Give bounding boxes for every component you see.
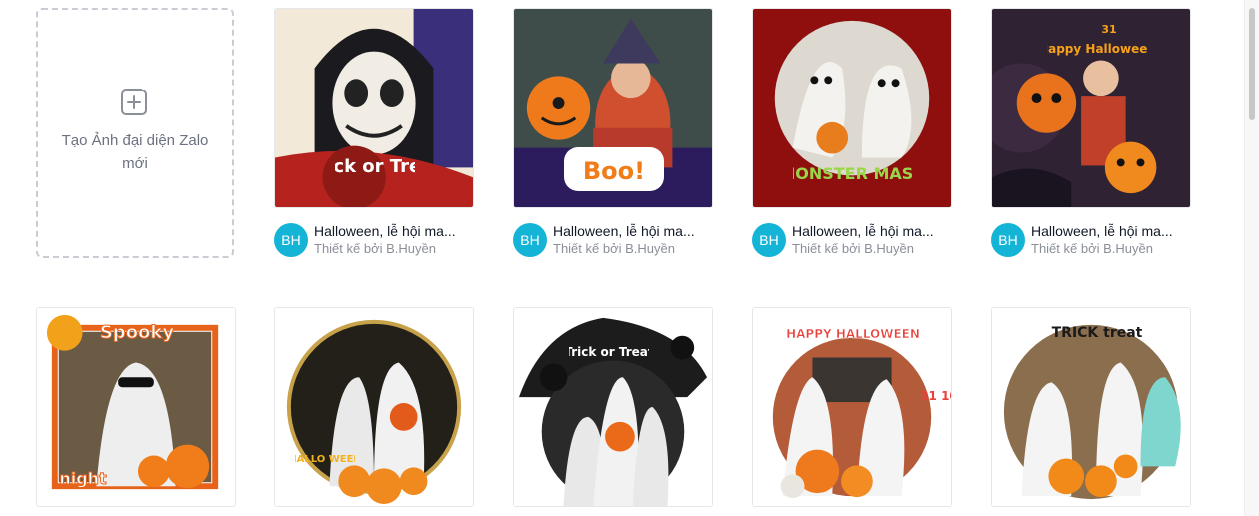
template-card[interactable]: Spooky night	[36, 307, 236, 507]
badge-text: Boo!	[583, 157, 645, 185]
avatar: BH	[274, 223, 308, 257]
avatar: BH	[991, 223, 1025, 257]
template-card[interactable]: Trick or Treat	[513, 307, 713, 507]
create-new-label: Tạo Ảnh đại diện Zalo mới	[61, 132, 209, 172]
badge-text: Trick or Treat	[569, 345, 649, 359]
avatar: BH	[752, 223, 786, 257]
badge-number: 31	[1101, 23, 1116, 36]
template-thumbnail[interactable]: Boo!	[513, 8, 713, 208]
badge-text-2: night	[59, 469, 107, 488]
template-thumbnail[interactable]: TRICK treat	[991, 307, 1191, 507]
add-image-icon	[121, 85, 149, 115]
badge-text: Happy Halloween	[1047, 42, 1147, 56]
template-card[interactable]: Boo! BH Halloween, lễ hội ma... Thiết kế…	[513, 8, 713, 258]
template-author: Thiết kế bởi B.Huyền	[792, 241, 914, 256]
template-thumbnail[interactable]: HAPPY HALLOWEEN 31 10	[752, 307, 952, 507]
template-card[interactable]: 31 Happy Halloween BH Halloween, lễ hội …	[991, 8, 1191, 258]
template-card[interactable]: MONSTER MASH BH Halloween, lễ hội ma... …	[752, 8, 952, 258]
template-author: Thiết kế bởi B.Huyền	[1031, 241, 1153, 256]
template-thumbnail[interactable]: Spooky night	[36, 307, 236, 507]
template-thumbnail[interactable]: MONSTER MASH	[752, 8, 952, 208]
badge-text: HALLO WEEN	[295, 454, 355, 465]
template-thumbnail[interactable]: HALLO WEEN	[274, 307, 474, 507]
avatar: BH	[513, 223, 547, 257]
badge-number: 31 10	[920, 389, 952, 403]
template-card[interactable]: HALLO WEEN	[274, 307, 474, 507]
template-grid: Tạo Ảnh đại diện Zalo mới Trick or Treat…	[0, 0, 1244, 516]
template-card[interactable]: Trick or Treat BH Halloween, lễ hội ma..…	[274, 8, 474, 258]
template-title[interactable]: Halloween, lễ hội ma...	[1031, 222, 1191, 240]
vertical-scrollbar[interactable]	[1244, 0, 1259, 516]
badge-text: Spooky	[100, 322, 175, 343]
template-thumbnail[interactable]: Trick or Treat	[274, 8, 474, 208]
create-new-avatar-card[interactable]: Tạo Ảnh đại diện Zalo mới	[36, 8, 234, 258]
template-title[interactable]: Halloween, lễ hội ma...	[314, 222, 474, 240]
scrollbar-thumb[interactable]	[1249, 8, 1255, 120]
badge-text: Trick or Treat	[335, 156, 415, 177]
badge-text: HAPPY HALLOWEEN	[786, 327, 920, 341]
template-thumbnail[interactable]: 31 Happy Halloween	[991, 8, 1191, 208]
badge-text: MONSTER MASH	[793, 164, 913, 183]
template-title[interactable]: Halloween, lễ hội ma...	[792, 222, 952, 240]
template-title[interactable]: Halloween, lễ hội ma...	[553, 222, 713, 240]
badge-text: TRICK treat	[1052, 325, 1143, 341]
template-author: Thiết kế bởi B.Huyền	[314, 241, 436, 256]
template-thumbnail[interactable]: Trick or Treat	[513, 307, 713, 507]
template-card[interactable]: TRICK treat	[991, 307, 1191, 507]
template-author: Thiết kế bởi B.Huyền	[553, 241, 675, 256]
template-card[interactable]: HAPPY HALLOWEEN 31 10	[752, 307, 952, 507]
